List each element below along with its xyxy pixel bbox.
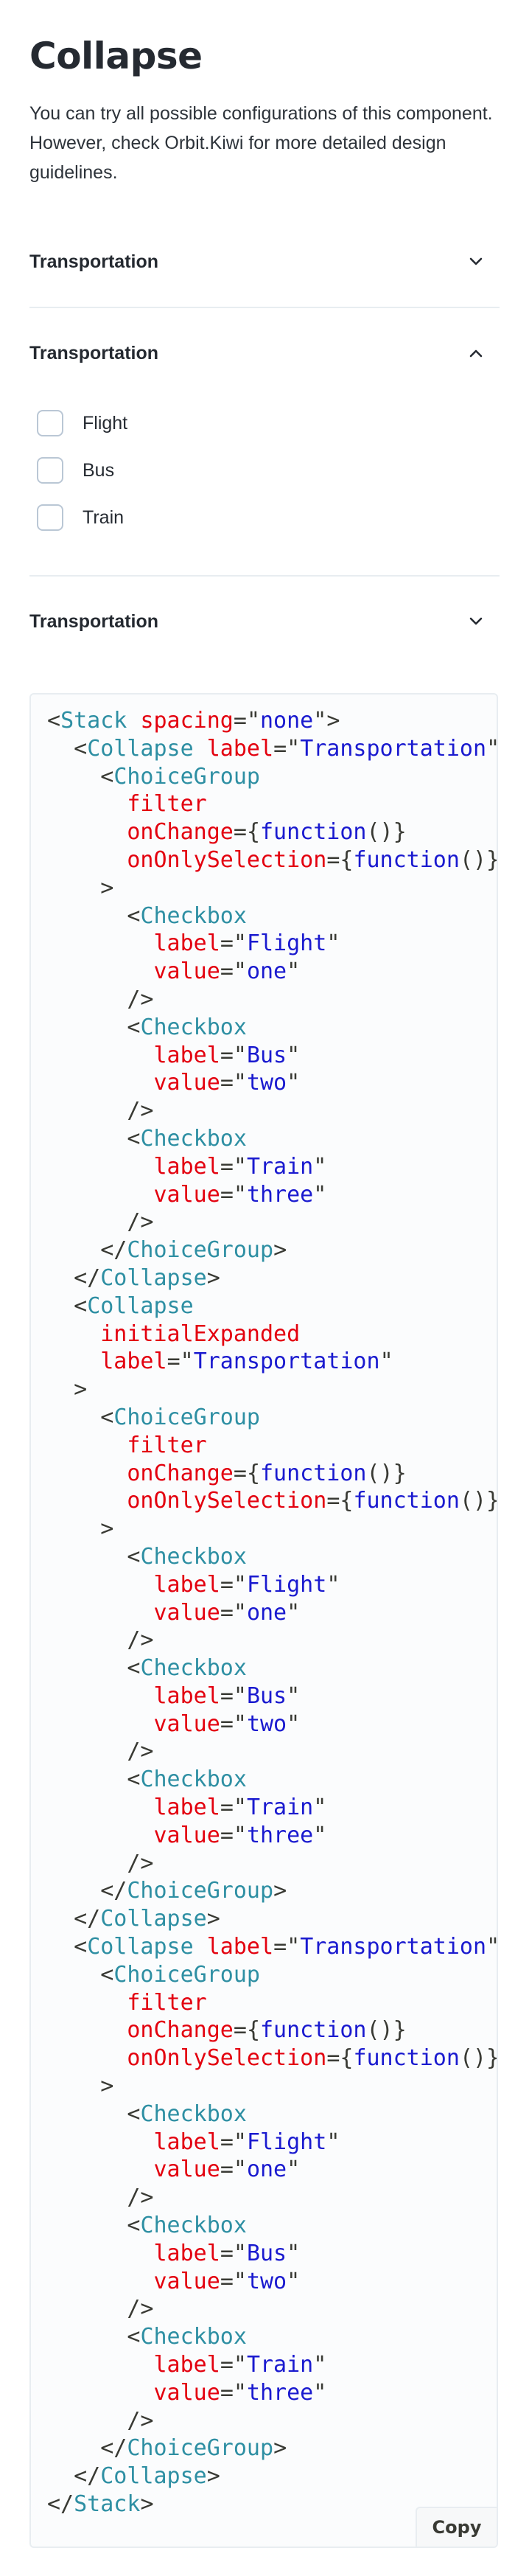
- checkbox-box[interactable]: [37, 504, 63, 531]
- collapse-stack: Transportation Transportation Flight Bus…: [29, 217, 500, 666]
- checkbox-box[interactable]: [37, 410, 63, 436]
- chevron-down-icon[interactable]: [467, 613, 485, 630]
- page: Collapse You can try all possible config…: [0, 0, 529, 666]
- copy-button[interactable]: Copy: [416, 2507, 497, 2547]
- collapse-1: Transportation: [29, 217, 500, 308]
- checkbox-label: Flight: [83, 412, 128, 434]
- collapse-3-label: Transportation: [29, 610, 159, 632]
- checkbox-flight[interactable]: Flight: [37, 400, 500, 447]
- collapse-1-label: Transportation: [29, 251, 159, 272]
- collapse-2-header[interactable]: Transportation: [29, 308, 500, 398]
- collapse-3: Transportation: [29, 577, 500, 666]
- page-title: Collapse: [29, 35, 203, 77]
- checkbox-label: Bus: [83, 459, 115, 481]
- checkbox-label: Train: [83, 507, 125, 528]
- code-listing: <Stack spacing="none"> <Collapse label="…: [47, 708, 498, 2517]
- checkbox-train[interactable]: Train: [37, 494, 500, 541]
- collapse-3-header[interactable]: Transportation: [29, 577, 500, 666]
- code-block: <Stack spacing="none"> <Collapse label="…: [29, 693, 498, 2548]
- choice-group: Flight Bus Train: [29, 398, 500, 575]
- collapse-2-label: Transportation: [29, 342, 159, 363]
- page-intro: You can try all possible configurations …: [29, 103, 493, 183]
- checkbox-box[interactable]: [37, 457, 63, 484]
- chevron-down-icon[interactable]: [467, 253, 485, 271]
- chevron-up-icon[interactable]: [467, 344, 485, 362]
- checkbox-bus[interactable]: Bus: [37, 447, 500, 494]
- collapse-2: Transportation Flight Bus Train: [29, 308, 500, 577]
- collapse-1-header[interactable]: Transportation: [29, 217, 500, 307]
